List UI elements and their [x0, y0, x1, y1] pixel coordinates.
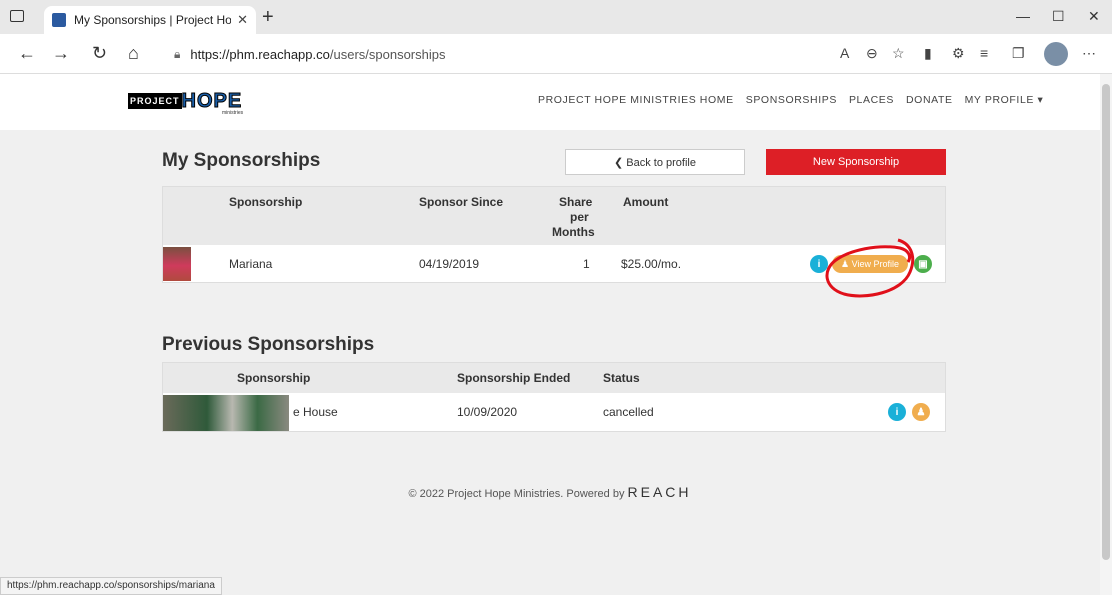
site-favicon-icon: [52, 13, 66, 27]
header-sponsor-since: Sponsor Since: [419, 195, 504, 209]
site-logo[interactable]: PROJECT HOPE ministries: [128, 89, 252, 116]
annotation-circle-icon: [825, 238, 915, 298]
my-sponsorships-heading: My Sponsorships: [162, 150, 321, 171]
previous-table-header: Sponsorship Sponsorship Ended Status: [163, 363, 945, 393]
nav-home[interactable]: PROJECT HOPE MINISTRIES HOME: [538, 94, 734, 106]
status-bar-url: https://phm.reachapp.co/sponsorships/mar…: [0, 577, 222, 595]
maximize-icon[interactable]: ☐: [1052, 8, 1065, 25]
forward-arrow-icon[interactable]: →: [52, 43, 70, 64]
previous-sponsorships-heading: Previous Sponsorships: [162, 334, 375, 355]
footer-text: © 2022 Project Hope Ministries. Powered …: [408, 488, 625, 500]
reach-logo[interactable]: REACH: [628, 484, 692, 500]
favorite-star-icon[interactable]: ☆: [892, 45, 905, 62]
url-field[interactable]: 🔒︎ https://phm.reachapp.co/users/sponsor…: [160, 39, 800, 69]
nav-sponsorships[interactable]: SPONSORSHIPS: [746, 94, 837, 106]
row-amount: $25.00/mo.: [621, 257, 682, 271]
table-row: e House 10/09/2020 cancelled i ♟: [163, 393, 945, 431]
tab-actions-icon[interactable]: [10, 10, 24, 22]
sponsored-child-photo: [163, 247, 191, 281]
home-icon[interactable]: ⌂: [128, 43, 139, 64]
collections-icon[interactable]: ❐: [1012, 45, 1025, 62]
back-arrow-icon[interactable]: ←: [18, 43, 36, 64]
header-sponsorship-ended: Sponsorship Ended: [457, 371, 571, 385]
profile-avatar[interactable]: [1044, 42, 1068, 66]
tab-title: My Sponsorships | Project Hope: [74, 13, 232, 27]
row-ended: 10/09/2020: [457, 405, 518, 419]
site-nav: PROJECT HOPE MINISTRIES HOME SPONSORSHIP…: [538, 94, 1043, 106]
extension-icon[interactable]: ▮: [924, 45, 932, 62]
read-aloud-icon[interactable]: A: [840, 45, 849, 61]
nav-donate[interactable]: DONATE: [906, 94, 953, 106]
house-photo: [163, 395, 289, 431]
logo-subtitle: ministries: [222, 110, 244, 116]
row-name: Mariana: [229, 257, 273, 271]
new-tab-icon[interactable]: +: [262, 6, 274, 29]
new-sponsorship-button[interactable]: New Sponsorship: [766, 149, 946, 175]
header-sponsorship: Sponsorship: [229, 195, 303, 209]
header-prev-sponsorship: Sponsorship: [237, 371, 311, 385]
minimize-icon[interactable]: —: [1016, 8, 1030, 24]
site-header: PROJECT HOPE ministries PROJECT HOPE MIN…: [0, 74, 1100, 130]
close-tab-icon[interactable]: ✕: [237, 12, 248, 28]
refresh-icon[interactable]: ↻: [92, 43, 107, 64]
browser-tab-bar: My Sponsorships | Project Hope ✕ + — ☐ ✕: [0, 0, 1112, 34]
nav-places[interactable]: PLACES: [849, 94, 894, 106]
header-share-b: per: [570, 210, 589, 224]
zoom-icon[interactable]: ⊖: [866, 45, 878, 62]
row-since: 04/19/2019: [419, 257, 480, 271]
web-page: PROJECT HOPE ministries PROJECT HOPE MIN…: [0, 74, 1100, 580]
address-bar-row: ← → ↻ ⌂ 🔒︎ https://phm.reachapp.co/users…: [0, 34, 1112, 74]
favorites-list-icon[interactable]: ≡: [980, 45, 988, 61]
url-domain: https://phm.reachapp.co: [190, 46, 330, 62]
extensions-puzzle-icon[interactable]: ⚙: [952, 45, 965, 62]
person-icon[interactable]: ♟: [912, 403, 930, 421]
logo-text-project: PROJECT: [128, 93, 182, 109]
browser-tab[interactable]: My Sponsorships | Project Hope ✕: [44, 6, 256, 34]
header-share-a: Share: [559, 195, 593, 209]
url-path: /users/sponsorships: [329, 46, 446, 62]
header-share-c: Months: [552, 225, 595, 239]
more-options-icon[interactable]: ⋯: [1082, 45, 1096, 62]
back-to-profile-button[interactable]: ❮ Back to profile: [565, 149, 745, 175]
row-status: cancelled: [603, 405, 654, 419]
row-share: 1: [583, 257, 590, 271]
scrollbar-thumb[interactable]: [1102, 84, 1110, 560]
close-window-icon[interactable]: ✕: [1088, 8, 1100, 25]
site-footer: © 2022 Project Hope Ministries. Powered …: [0, 484, 1100, 500]
header-amount: Amount: [623, 195, 669, 209]
lock-icon: 🔒︎: [174, 46, 181, 61]
row-prev-name: e House: [293, 405, 338, 419]
previous-sponsorships-table: Sponsorship Sponsorship Ended Status e H…: [162, 362, 946, 432]
info-icon[interactable]: i: [888, 403, 906, 421]
nav-my-profile[interactable]: MY PROFILE ▾: [965, 94, 1044, 106]
header-status: Status: [603, 371, 640, 385]
